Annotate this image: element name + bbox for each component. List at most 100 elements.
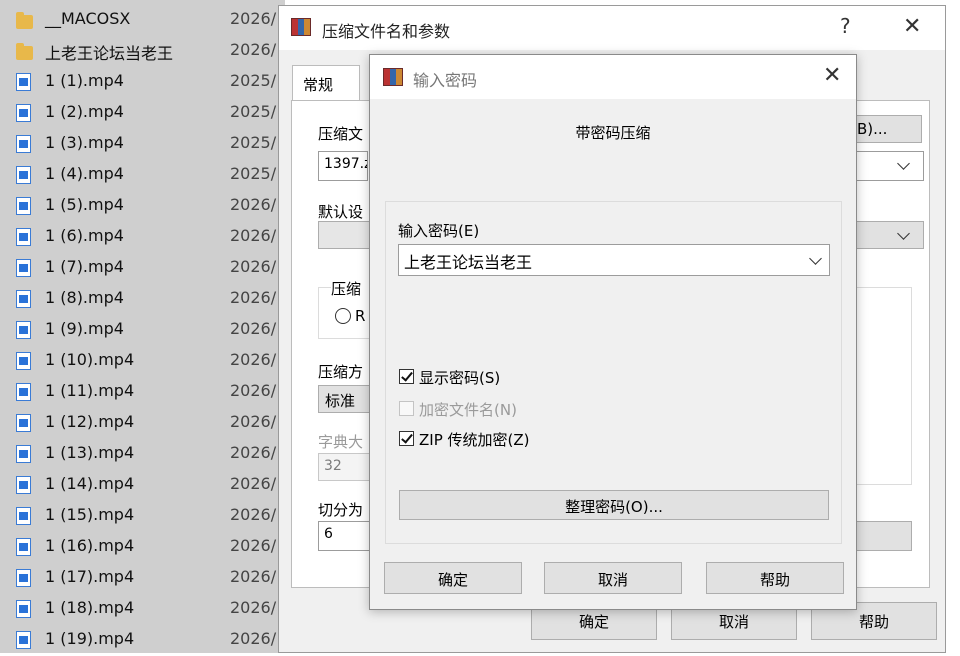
password-help-button[interactable]: 帮助 <box>706 562 844 594</box>
video-file-icon <box>16 135 31 153</box>
password-dialog-title: 输入密码 <box>413 71 478 90</box>
password-input[interactable]: 上老王论坛当老王 <box>398 244 830 276</box>
zip-legacy-encryption-label: ZIP 传统加密(Z) <box>419 431 530 449</box>
organize-passwords-button[interactable]: 整理密码(O)... <box>399 490 829 520</box>
archive-format-group: 压缩 R <box>318 278 371 339</box>
video-file-icon <box>16 569 31 587</box>
file-list-row[interactable]: 1 (18).mp4 2026/ <box>8 594 285 625</box>
file-list-row[interactable]: 1 (12).mp4 2026/ <box>8 408 285 439</box>
compression-method-label: 压缩方 <box>318 363 364 381</box>
file-list-row[interactable]: 1 (5).mp4 2026/ <box>8 191 285 222</box>
file-name: 1 (11).mp4 <box>45 381 135 400</box>
file-list-row[interactable]: 1 (4).mp4 2025/ <box>8 160 285 191</box>
video-file-icon <box>16 321 31 339</box>
file-list-row[interactable]: 1 (10).mp4 2026/ <box>8 346 285 377</box>
archive-name-input[interactable]: 1397.z <box>318 151 368 181</box>
chevron-down-icon <box>897 227 910 240</box>
split-volumes-input[interactable]: 6 <box>318 521 370 551</box>
password-label: 输入密码(E) <box>398 222 480 240</box>
browse-button[interactable]: B)... <box>852 115 922 143</box>
file-name: 1 (12).mp4 <box>45 412 135 431</box>
zip-legacy-encryption-checkbox[interactable] <box>399 431 414 446</box>
file-list-row[interactable]: 1 (11).mp4 2026/ <box>8 377 285 408</box>
password-heading: 带密码压缩 <box>575 124 651 142</box>
archive-dialog-title: 压缩文件名和参数 <box>322 22 451 41</box>
video-file-icon <box>16 445 31 463</box>
video-file-icon <box>16 104 31 122</box>
video-file-icon <box>16 228 31 246</box>
winrar-icon <box>291 18 311 36</box>
update-mode-dropdown[interactable] <box>852 221 924 249</box>
video-file-icon <box>16 197 31 215</box>
file-date: 2026/ <box>230 474 277 493</box>
tab-general[interactable]: 常规 <box>292 65 360 101</box>
video-file-icon <box>16 414 31 432</box>
video-file-icon <box>16 383 31 401</box>
file-name: 1 (15).mp4 <box>45 505 135 524</box>
format-radio[interactable] <box>335 308 351 324</box>
file-date: 2025/ <box>230 102 277 121</box>
file-name: 1 (9).mp4 <box>45 319 124 338</box>
dictionary-size-label: 字典大 <box>318 433 364 451</box>
file-list-row[interactable]: 1 (7).mp4 2026/ <box>8 253 285 284</box>
file-list-row[interactable]: 1 (16).mp4 2026/ <box>8 532 285 563</box>
file-date: 2026/ <box>230 412 277 431</box>
archive-options-group <box>852 287 912 485</box>
chevron-down-icon <box>897 157 910 170</box>
video-file-icon <box>16 73 31 91</box>
archive-dialog-titlebar[interactable]: 压缩文件名和参数 ? ✕ <box>279 6 945 50</box>
file-list-row[interactable]: 1 (19).mp4 2026/ <box>8 625 285 656</box>
file-date: 2026/ <box>230 536 277 555</box>
file-date: 2026/ <box>230 381 277 400</box>
file-date: 2026/ <box>230 629 277 648</box>
video-file-icon <box>16 600 31 618</box>
file-list-row[interactable]: 1 (15).mp4 2026/ <box>8 501 285 532</box>
video-file-icon <box>16 507 31 525</box>
help-icon[interactable]: ? <box>840 14 851 38</box>
set-password-button[interactable] <box>852 521 912 551</box>
file-name: 1 (18).mp4 <box>45 598 135 617</box>
archive-name-dropdown[interactable] <box>852 151 924 181</box>
password-dialog: 输入密码 ✕ 带密码压缩 输入密码(E) 上老王论坛当老王 显示密码(S) 加密… <box>369 54 857 610</box>
file-list-row[interactable]: 上老王论坛当老王 2026/ <box>8 36 285 67</box>
close-icon[interactable]: ✕ <box>823 63 841 88</box>
profiles-button[interactable] <box>318 221 370 249</box>
encrypt-filenames-checkbox[interactable] <box>399 401 414 416</box>
file-name: 1 (1).mp4 <box>45 71 124 90</box>
file-list-row[interactable]: 1 (9).mp4 2026/ <box>8 315 285 346</box>
file-list-row[interactable]: 1 (13).mp4 2026/ <box>8 439 285 470</box>
compression-method-dropdown[interactable]: 标准 <box>318 385 370 413</box>
encrypt-filenames-label: 加密文件名(N) <box>419 401 517 419</box>
password-dialog-titlebar[interactable]: 输入密码 ✕ <box>370 55 856 99</box>
file-name: 1 (13).mp4 <box>45 443 135 462</box>
file-date: 2026/ <box>230 226 277 245</box>
password-value: 上老王论坛当老王 <box>404 253 533 272</box>
close-icon[interactable]: ✕ <box>903 14 921 39</box>
file-list-row[interactable]: 1 (17).mp4 2026/ <box>8 563 285 594</box>
show-password-checkbox[interactable] <box>399 369 414 384</box>
file-name: __MACOSX <box>45 9 131 28</box>
file-list-row[interactable]: __MACOSX 2026/ <box>8 5 285 36</box>
password-cancel-button[interactable]: 取消 <box>544 562 682 594</box>
file-name: 1 (2).mp4 <box>45 102 124 121</box>
file-list-row[interactable]: 1 (2).mp4 2025/ <box>8 98 285 129</box>
file-list-row[interactable]: 1 (8).mp4 2026/ <box>8 284 285 315</box>
file-name: 1 (19).mp4 <box>45 629 135 648</box>
archive-format-label: 压缩 <box>331 278 371 299</box>
video-file-icon <box>16 476 31 494</box>
file-date: 2025/ <box>230 133 277 152</box>
file-name: 上老王论坛当老王 <box>45 44 174 63</box>
file-list-row[interactable]: 1 (14).mp4 2026/ <box>8 470 285 501</box>
file-list-row[interactable]: 1 (6).mp4 2026/ <box>8 222 285 253</box>
video-file-icon <box>16 538 31 556</box>
file-name: 1 (3).mp4 <box>45 133 124 152</box>
dictionary-size-dropdown[interactable]: 32 <box>318 453 370 481</box>
file-date: 2026/ <box>230 9 277 28</box>
file-name: 1 (16).mp4 <box>45 536 135 555</box>
password-ok-button[interactable]: 确定 <box>384 562 522 594</box>
folder-icon <box>16 12 33 29</box>
file-list-row[interactable]: 1 (1).mp4 2025/ <box>8 67 285 98</box>
file-list-row[interactable]: 1 (3).mp4 2025/ <box>8 129 285 160</box>
file-date: 2026/ <box>230 319 277 338</box>
split-volumes-label: 切分为 <box>318 501 364 519</box>
